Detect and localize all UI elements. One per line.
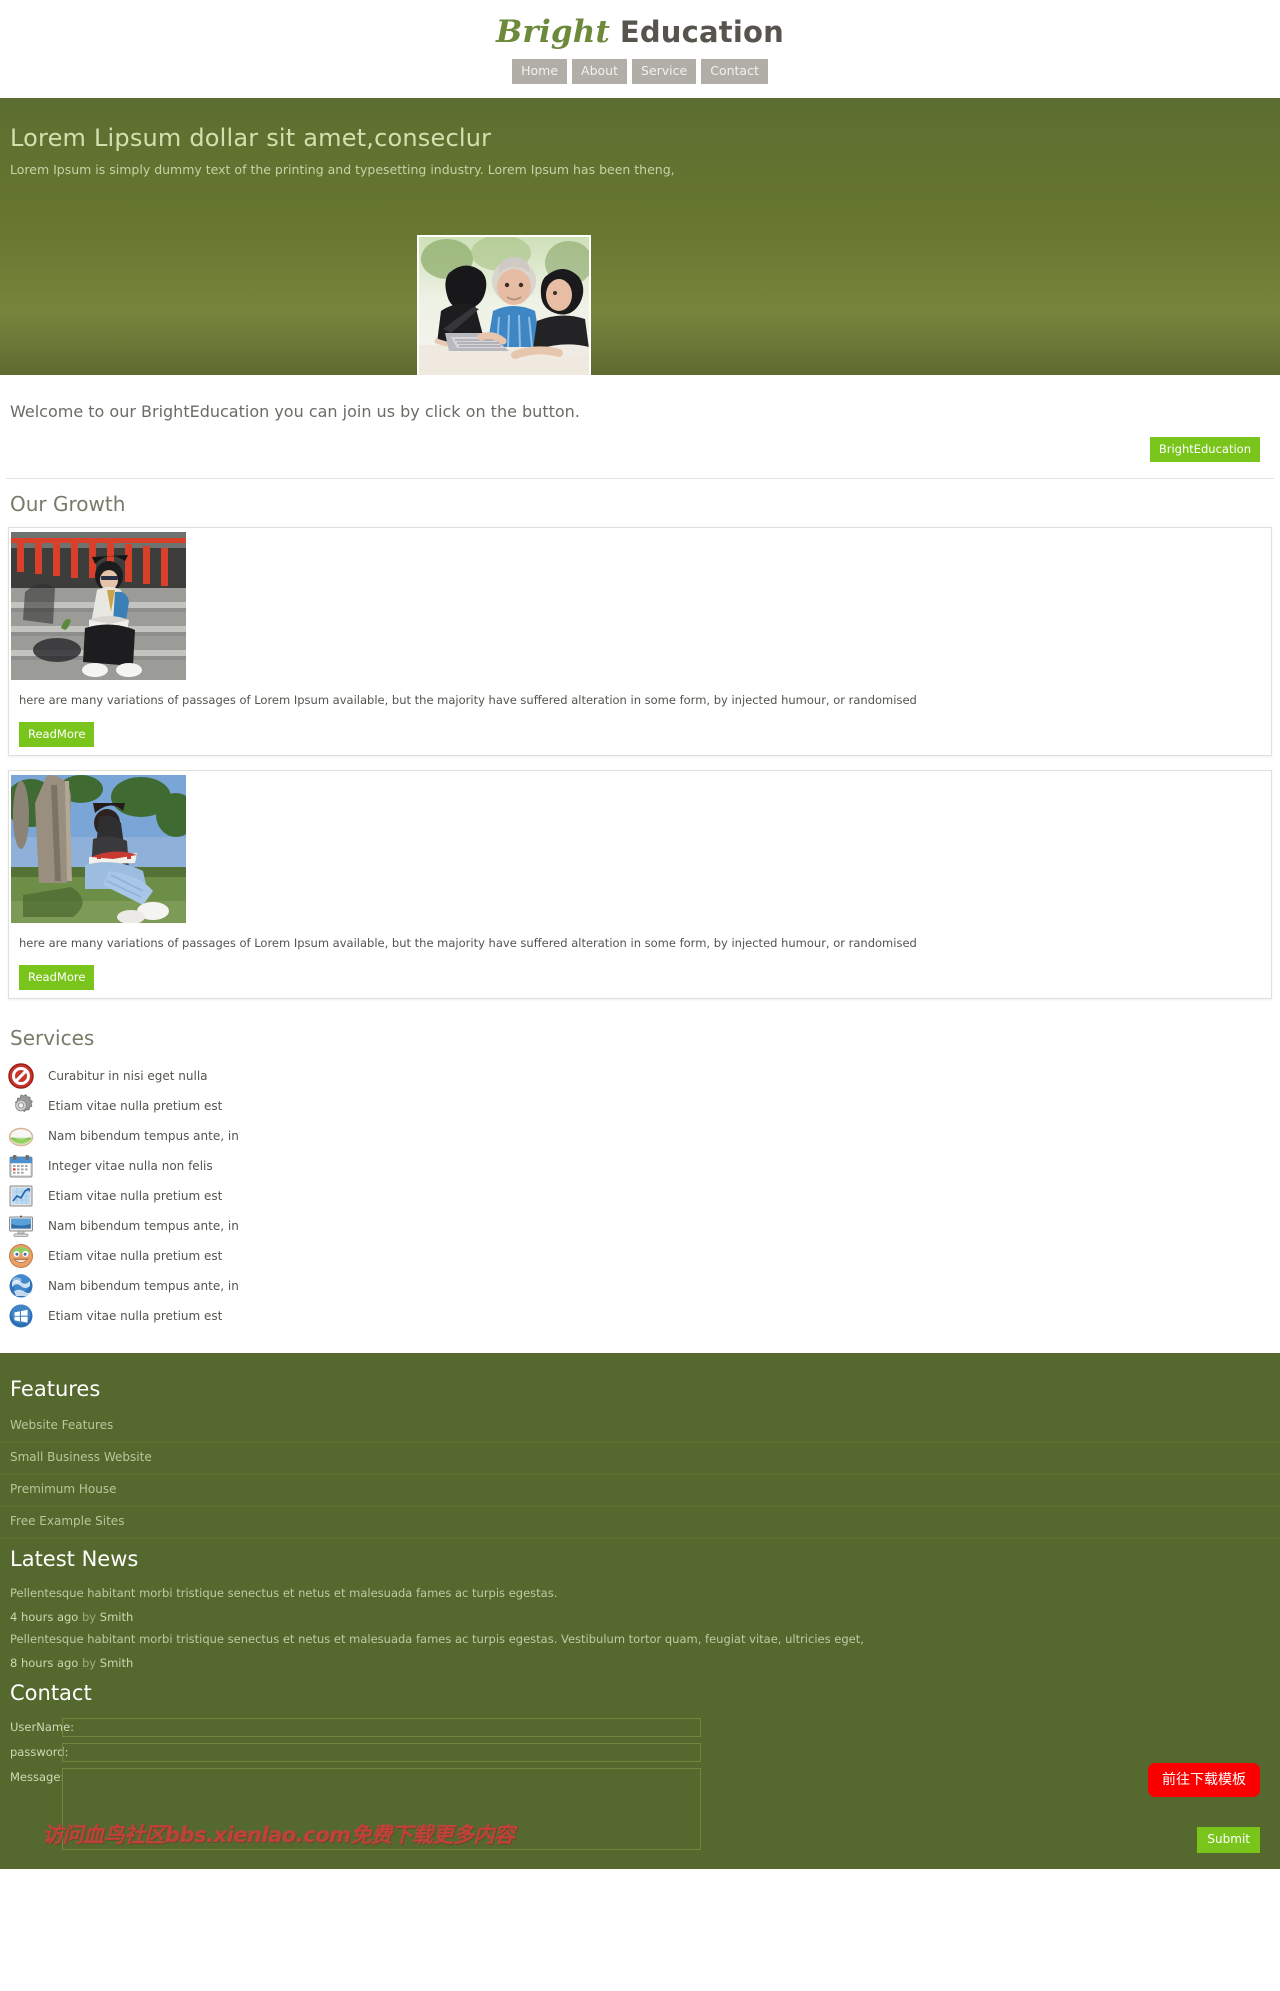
news-text: Pellentesque habitant morbi tristique se… <box>10 1632 864 1646</box>
service-label: Etiam vitae nulla pretium est <box>48 1189 223 1203</box>
nav-item-contact[interactable]: Contact <box>701 59 768 84</box>
smiley-face-icon <box>9 1244 33 1268</box>
welcome-section: Welcome to our BrightEducation you can j… <box>0 375 1280 479</box>
welcome-text: Welcome to our BrightEducation you can j… <box>10 402 580 421</box>
site-header: Bright Education Home About Service Cont… <box>0 0 1280 98</box>
services-section-title: Services <box>10 1026 95 1050</box>
welcome-button-row: BrightEducation <box>0 423 1280 478</box>
list-item[interactable]: Free Example Sites <box>0 1507 1280 1539</box>
site-logo: Bright Education <box>0 14 1280 51</box>
growth-card-readmore-button[interactable]: ReadMore <box>19 965 95 990</box>
service-item[interactable]: Nam bibendum tempus ante, in <box>0 1121 1280 1151</box>
service-item[interactable]: Integer vitae nulla non felis <box>0 1151 1280 1181</box>
download-template-button[interactable]: 前往下载模板 <box>1148 1763 1260 1797</box>
services-section: Services Curabitur in nisi eget nulla Et… <box>0 1013 1280 1353</box>
green-dish-icon <box>8 1127 34 1147</box>
growth-card: here are many variations of passages of … <box>8 527 1272 756</box>
services-list: Curabitur in nisi eget nulla Etiam vitae… <box>0 1061 1280 1353</box>
news-meta: 8 hours ago by Smith <box>0 1649 1280 1673</box>
growth-card-body: here are many variations of passages of … <box>9 680 1271 755</box>
brand-rest-text: Education <box>619 15 784 49</box>
list-item[interactable]: Small Business Website <box>0 1443 1280 1475</box>
growth-card-text: here are many variations of passages of … <box>19 936 917 950</box>
service-item[interactable]: Etiam vitae nulla pretium est <box>0 1091 1280 1121</box>
message-label: Message: <box>10 1770 65 1784</box>
hero-banner: Lorem Lipsum dollar sit amet,conseclur L… <box>0 98 1280 375</box>
password-row: password: <box>0 1740 1280 1765</box>
news-author: Smith <box>99 1656 134 1670</box>
news-time: 4 hours ago <box>10 1610 79 1624</box>
news-author: Smith <box>99 1610 134 1624</box>
globe-icon <box>9 1274 33 1298</box>
watermark-text: 访问血鸟社区bbs.xienlao.com免费下载更多内容 <box>42 1823 515 1847</box>
feature-link[interactable]: Premimum House <box>0 1475 1280 1507</box>
feature-link[interactable]: Small Business Website <box>0 1443 1280 1475</box>
service-label: Integer vitae nulla non felis <box>48 1159 213 1173</box>
growth-section: Our Growth here are many variations of p… <box>0 479 1280 999</box>
hero-subtitle: Lorem Ipsum is simply dummy text of the … <box>10 162 675 177</box>
person-reading-on-steps-photo <box>11 532 186 680</box>
username-input[interactable] <box>62 1718 701 1737</box>
username-row: UserName: <box>0 1715 1280 1740</box>
service-item[interactable]: Nam bibendum tempus ante, in <box>0 1211 1280 1241</box>
windows-logo-icon <box>9 1304 33 1328</box>
chart-window-icon <box>9 1185 33 1207</box>
latest-news-title: Latest News <box>10 1547 139 1571</box>
hero-title: Lorem Lipsum dollar sit amet,conseclur <box>10 124 492 152</box>
main-navigation: Home About Service Contact <box>0 59 1280 98</box>
brighteducation-join-button[interactable]: BrightEducation <box>1149 437 1260 462</box>
password-input[interactable] <box>62 1743 701 1762</box>
gear-icon <box>14 1094 33 1113</box>
growth-card-text: here are many variations of passages of … <box>19 693 917 707</box>
list-item[interactable]: Website Features <box>0 1411 1280 1443</box>
growth-card-photo <box>11 775 186 923</box>
nav-item-about[interactable]: About <box>572 59 628 84</box>
password-label: password: <box>10 1745 69 1759</box>
service-item[interactable]: Curabitur in nisi eget nulla <box>0 1061 1280 1091</box>
contact-title: Contact <box>10 1681 92 1705</box>
service-item[interactable]: Etiam vitae nulla pretium est <box>0 1301 1280 1331</box>
news-by-label: by <box>82 1610 97 1624</box>
news-text: Pellentesque habitant morbi tristique se… <box>10 1586 558 1600</box>
service-item[interactable]: Etiam vitae nulla pretium est <box>0 1181 1280 1211</box>
news-by-label: by <box>82 1656 97 1670</box>
feature-link[interactable]: Free Example Sites <box>0 1507 1280 1539</box>
nav-item-home[interactable]: Home <box>512 59 568 84</box>
list-item[interactable]: Premimum House <box>0 1475 1280 1507</box>
service-item[interactable]: Etiam vitae nulla pretium est <box>0 1241 1280 1271</box>
service-label: Curabitur in nisi eget nulla <box>48 1069 208 1083</box>
calendar-icon <box>9 1155 33 1178</box>
features-title: Features <box>10 1377 101 1401</box>
growth-card-photo <box>11 532 186 680</box>
monitor-icon <box>9 1215 33 1237</box>
username-label: UserName: <box>10 1720 75 1734</box>
service-label: Nam bibendum tempus ante, in <box>48 1129 239 1143</box>
news-meta: 4 hours ago by Smith <box>0 1603 1280 1627</box>
three-people-at-laptop-photo <box>419 237 589 375</box>
growth-card-readmore-button[interactable]: ReadMore <box>19 722 95 747</box>
service-label: Nam bibendum tempus ante, in <box>48 1219 239 1233</box>
growth-card: here are many variations of passages of … <box>8 770 1272 999</box>
brand-script-text: Bright <box>496 14 611 50</box>
service-label: Etiam vitae nulla pretium est <box>48 1309 223 1323</box>
features-list: Website Features Small Business Website … <box>0 1411 1280 1539</box>
woman-reading-under-tree-photo <box>11 775 186 923</box>
service-label: Etiam vitae nulla pretium est <box>48 1249 223 1263</box>
submit-button[interactable]: Submit <box>1197 1827 1260 1853</box>
growth-section-title: Our Growth <box>10 492 126 516</box>
nav-item-service[interactable]: Service <box>632 59 697 84</box>
site-footer: Features Website Features Small Business… <box>0 1353 1280 1869</box>
hero-photo <box>417 235 591 375</box>
growth-card-body: here are many variations of passages of … <box>9 923 1271 998</box>
feature-link[interactable]: Website Features <box>0 1411 1280 1443</box>
service-label: Nam bibendum tempus ante, in <box>48 1279 239 1293</box>
service-item[interactable]: Nam bibendum tempus ante, in <box>0 1271 1280 1301</box>
service-label: Etiam vitae nulla pretium est <box>48 1099 223 1113</box>
no-entry-icon <box>8 1063 34 1089</box>
news-time: 8 hours ago <box>10 1656 79 1670</box>
